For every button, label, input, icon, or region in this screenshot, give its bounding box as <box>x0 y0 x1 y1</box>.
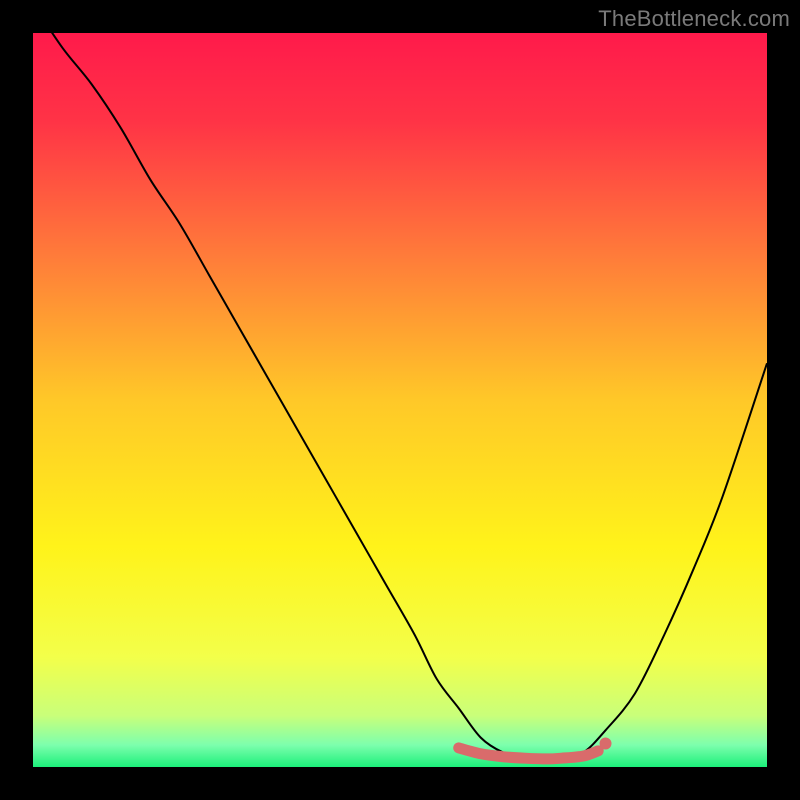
plot-area <box>33 33 767 767</box>
bottleneck-chart <box>0 0 800 800</box>
marker-dot <box>600 738 612 750</box>
watermark-text: TheBottleneck.com <box>598 6 790 32</box>
